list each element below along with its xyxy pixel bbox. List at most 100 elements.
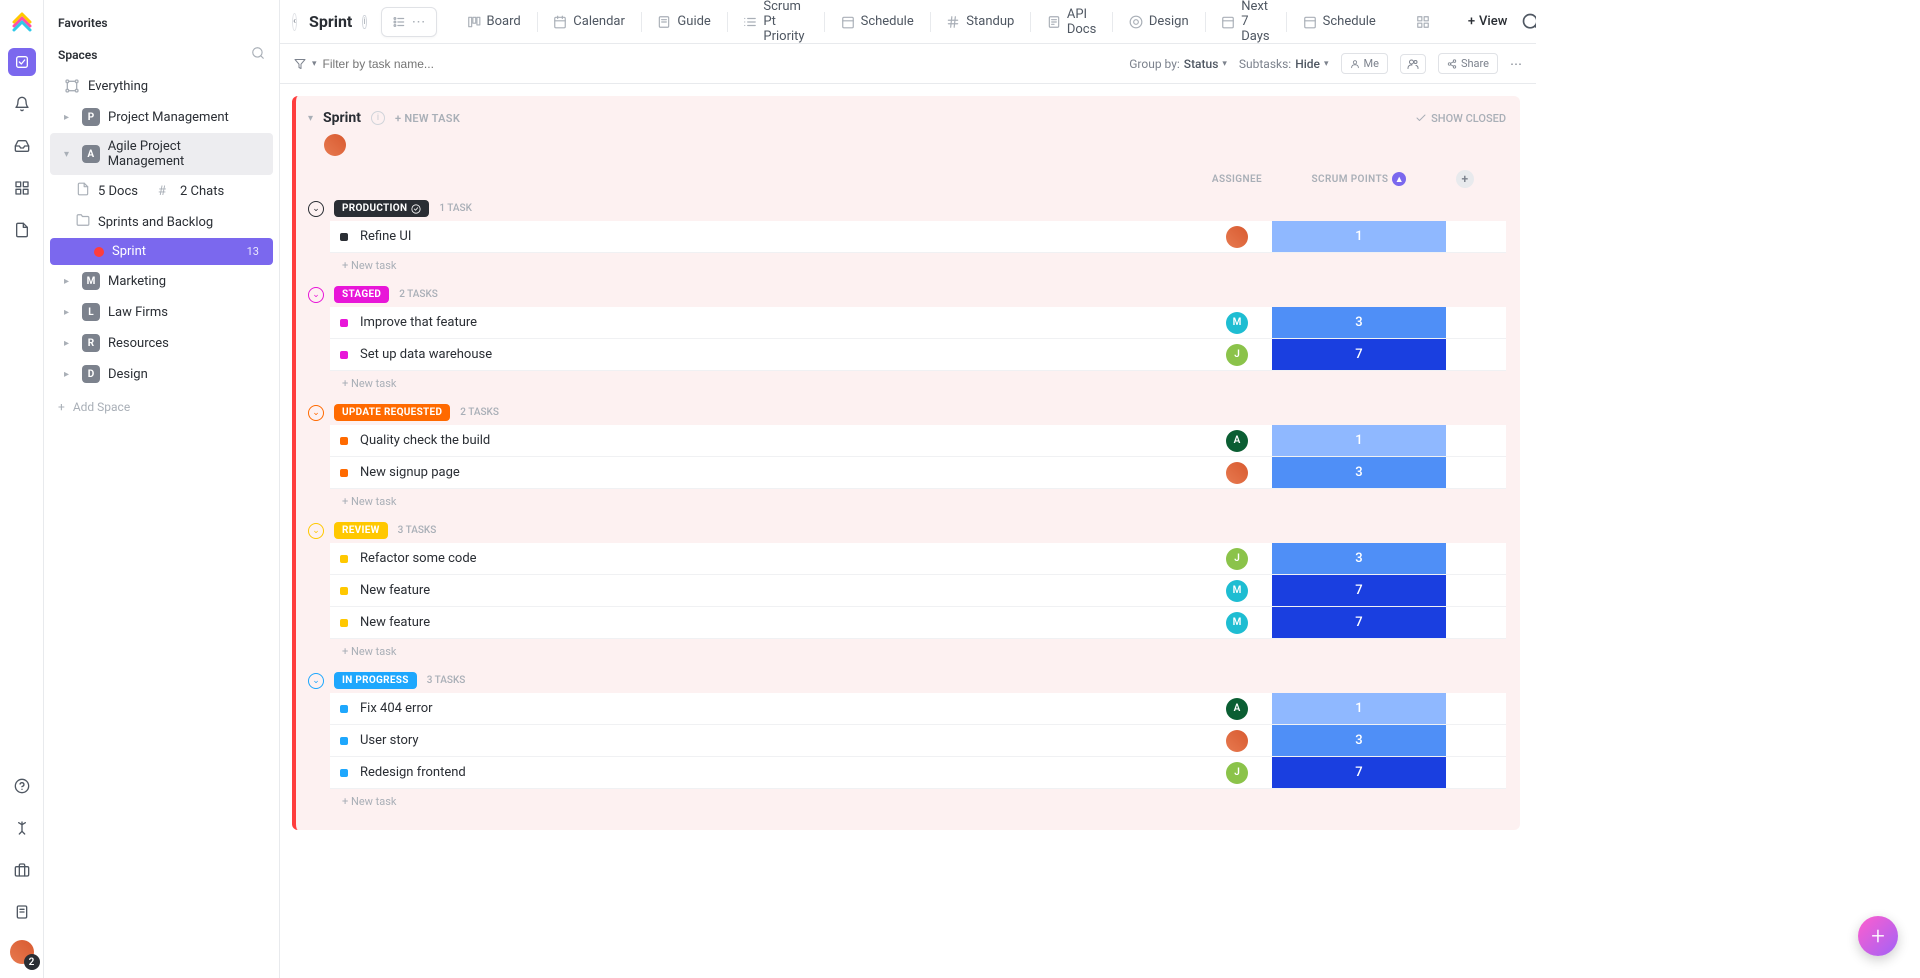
- collapse-group-icon[interactable]: ⌄: [308, 287, 324, 303]
- more-options-icon[interactable]: ⋯: [1510, 57, 1522, 71]
- sidebar-space[interactable]: ▾ A Agile Project Management: [50, 133, 273, 175]
- sidebar-space[interactable]: ▸ L Law Firms: [50, 297, 273, 327]
- collapse-group-icon[interactable]: ⌄: [308, 405, 324, 421]
- task-row[interactable]: User story 3: [330, 725, 1506, 757]
- info-icon[interactable]: i: [362, 15, 366, 29]
- search-icon[interactable]: [1521, 12, 1536, 32]
- tab-schedule[interactable]: Schedule: [831, 8, 924, 35]
- assignees-filter-button[interactable]: [1400, 54, 1426, 74]
- sidebar-space[interactable]: ▸ R Resources: [50, 328, 273, 358]
- group-by-control[interactable]: Group by: Status ▾: [1129, 57, 1227, 71]
- assignee-avatar[interactable]: A: [1226, 698, 1248, 720]
- task-status-icon[interactable]: [340, 319, 348, 327]
- sidebar-docs[interactable]: 5 Docs #2 Chats: [50, 176, 273, 206]
- filter-input[interactable]: [323, 57, 503, 71]
- tab-guide[interactable]: Guide: [647, 8, 720, 35]
- subtasks-control[interactable]: Subtasks: Hide ▾: [1239, 57, 1329, 71]
- sidebar-space[interactable]: ▸ P Project Management: [50, 102, 273, 132]
- user-avatar[interactable]: 2: [10, 940, 34, 964]
- tab-design[interactable]: Design: [1119, 8, 1199, 35]
- help-icon[interactable]: [8, 772, 36, 800]
- tab-schedule[interactable]: Schedule: [1293, 8, 1386, 35]
- task-row[interactable]: Refine UI 1: [330, 221, 1506, 253]
- assignee-avatar[interactable]: [1226, 226, 1248, 248]
- task-row[interactable]: Redesign frontend J 7: [330, 757, 1506, 789]
- sidebar-folder[interactable]: Sprints and Backlog: [50, 207, 273, 237]
- task-row[interactable]: New feature M 7: [330, 575, 1506, 607]
- scrum-points-cell[interactable]: 1: [1272, 425, 1446, 456]
- sidebar-space[interactable]: ▸ M Marketing: [50, 266, 273, 296]
- collapse-sidebar-button[interactable]: ‹: [292, 13, 297, 31]
- sidebar-space[interactable]: ▸ D Design: [50, 359, 273, 389]
- new-task-button[interactable]: + NEW TASK: [395, 112, 460, 125]
- tab-options-icon[interactable]: ⋯: [412, 14, 426, 30]
- sidebar-list-sprint[interactable]: Sprint13: [50, 238, 273, 265]
- collapse-group-icon[interactable]: ⌄: [308, 673, 324, 689]
- filter-control[interactable]: ▾: [294, 57, 503, 71]
- show-closed-button[interactable]: SHOW CLOSED: [1415, 112, 1506, 125]
- task-status-icon[interactable]: [340, 233, 348, 241]
- assignee-avatar[interactable]: J: [1226, 344, 1248, 366]
- clipboard-icon[interactable]: [8, 898, 36, 926]
- add-view-button[interactable]: + View: [1460, 10, 1516, 33]
- chevron-right-icon[interactable]: ▾: [64, 149, 74, 160]
- task-status-icon[interactable]: [340, 619, 348, 627]
- tab-api-docs[interactable]: API Docs: [1037, 1, 1106, 43]
- add-task-button[interactable]: + New task: [308, 639, 1506, 660]
- scrum-points-cell[interactable]: 7: [1272, 339, 1446, 370]
- assignee-avatar[interactable]: J: [1226, 762, 1248, 784]
- chevron-right-icon[interactable]: ▸: [64, 369, 74, 380]
- task-status-icon[interactable]: [340, 587, 348, 595]
- add-column-button[interactable]: +: [1456, 170, 1474, 188]
- assignee-avatar[interactable]: M: [1226, 580, 1248, 602]
- column-scrum-points[interactable]: SCRUM POINTS ▲: [1272, 172, 1446, 186]
- tab-board[interactable]: Board: [457, 8, 531, 35]
- status-pill[interactable]: UPDATE REQUESTED: [334, 404, 450, 421]
- content-scroll[interactable]: ▾ Sprint i + NEW TASK SHOW CLOSED ASSIGN…: [280, 84, 1536, 978]
- assignee-avatar[interactable]: M: [1226, 612, 1248, 634]
- task-row[interactable]: Refactor some code J 3: [330, 543, 1506, 575]
- status-pill[interactable]: PRODUCTION: [334, 200, 429, 217]
- collapse-group-icon[interactable]: ⌄: [308, 201, 324, 217]
- goals-icon[interactable]: [8, 814, 36, 842]
- task-status-icon[interactable]: [340, 351, 348, 359]
- tab-scrum-pt-priority[interactable]: Scrum Pt Priority: [733, 0, 818, 50]
- scrum-points-cell[interactable]: 7: [1272, 575, 1446, 606]
- assignee-avatar[interactable]: A: [1226, 430, 1248, 452]
- chevron-right-icon[interactable]: ▸: [64, 307, 74, 318]
- task-row[interactable]: New feature M 7: [330, 607, 1506, 639]
- collapse-group-icon[interactable]: ⌄: [308, 523, 324, 539]
- task-row[interactable]: Set up data warehouse J 7: [330, 339, 1506, 371]
- scrum-points-cell[interactable]: 3: [1272, 543, 1446, 574]
- add-task-button[interactable]: + New task: [308, 789, 1506, 810]
- task-status-icon[interactable]: [340, 437, 348, 445]
- task-row[interactable]: Fix 404 error A 1: [330, 693, 1506, 725]
- scrum-points-cell[interactable]: 7: [1272, 757, 1446, 788]
- assignee-avatar[interactable]: [1226, 730, 1248, 752]
- task-status-icon[interactable]: [340, 705, 348, 713]
- chevron-right-icon[interactable]: ▸: [64, 112, 74, 123]
- task-row[interactable]: Improve that feature M 3: [330, 307, 1506, 339]
- tab-next-7-days[interactable]: Next 7 Days: [1211, 0, 1280, 50]
- column-assignee[interactable]: ASSIGNEE: [1202, 174, 1272, 185]
- chevron-right-icon[interactable]: ▸: [64, 338, 74, 349]
- add-task-button[interactable]: + New task: [308, 489, 1506, 510]
- scrum-points-cell[interactable]: 3: [1272, 725, 1446, 756]
- status-pill[interactable]: STAGED: [334, 286, 389, 303]
- inbox-icon[interactable]: [8, 132, 36, 160]
- add-task-button[interactable]: + New task: [308, 253, 1506, 274]
- collapse-list-icon[interactable]: ▾: [308, 113, 313, 124]
- add-task-button[interactable]: + New task: [308, 371, 1506, 392]
- home-icon[interactable]: [8, 48, 36, 76]
- me-filter-button[interactable]: Me: [1341, 53, 1388, 74]
- info-icon[interactable]: i: [371, 111, 385, 125]
- apps-icon[interactable]: [8, 856, 36, 884]
- status-pill[interactable]: REVIEW: [334, 522, 388, 539]
- tab-list[interactable]: ⋯: [381, 7, 437, 37]
- task-status-icon[interactable]: [340, 469, 348, 477]
- task-row[interactable]: New signup page 3: [330, 457, 1506, 489]
- share-button[interactable]: Share: [1438, 53, 1498, 74]
- docs-icon[interactable]: [8, 216, 36, 244]
- task-status-icon[interactable]: [340, 737, 348, 745]
- assignee-avatar[interactable]: M: [1226, 312, 1248, 334]
